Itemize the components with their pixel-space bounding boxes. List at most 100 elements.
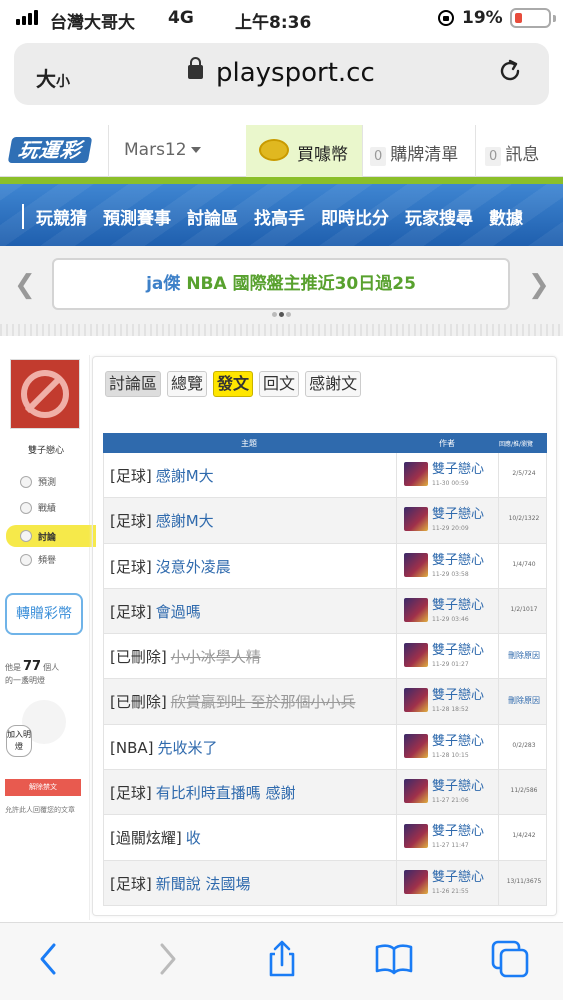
reload-icon[interactable] [496,57,524,85]
forward-icon[interactable] [146,939,186,979]
author-name[interactable]: 雙子戀心 [432,458,484,477]
nav-item-predict[interactable]: 預測賽事 [103,204,171,229]
table-row[interactable]: [足球] 有比利時直播嗎 感謝 雙子戀心 11-27 21:06 11/2/586 [103,770,547,816]
table-row[interactable]: [足球] 感謝M大 雙子戀心 11-29 20:09 10/2/1322 [103,498,547,544]
nav-item-player-search[interactable]: 玩家搜尋 [405,204,473,229]
author-avatar[interactable] [404,869,428,894]
tab-replies[interactable]: 回文 [259,371,300,397]
post-title[interactable]: [足球] 感謝M大 [110,510,214,531]
post-title[interactable]: [過關炫耀] 收 [110,827,201,848]
back-icon[interactable] [30,939,70,979]
avatar[interactable] [10,359,80,429]
nav-item-data[interactable]: 數據 [489,204,523,229]
table-row[interactable]: [過關炫耀] 收 雙子戀心 11-27 11:47 1/4/242 [103,815,547,861]
author-avatar[interactable] [404,552,428,577]
forum-icon [20,530,32,542]
post-title-text[interactable]: 收 [186,829,201,847]
post-date: 11-27 11:47 [432,842,469,850]
author-name[interactable]: 雙子戀心 [432,503,484,522]
tab-forum[interactable]: 討論區 [105,371,162,397]
forum-panel: 討論區 總覽 發文 回文 感謝文 主題 作者 回應/推/瀏覽 [足球] 感謝M大雙… [92,356,557,916]
post-title[interactable]: [足球] 有比利時直播嗎 感謝 [110,782,296,803]
author-name[interactable]: 雙子戀心 [432,684,484,703]
post-category: [NBA] [110,738,154,757]
author-avatar[interactable] [404,597,428,622]
author-name[interactable]: 雙子戀心 [432,775,484,794]
nav-item-guess[interactable]: 玩競猜 [22,204,87,229]
carousel-pager[interactable] [272,312,291,317]
nav-item-experts[interactable]: 找高手 [254,204,305,229]
post-stats: 13/11/3675 [506,877,542,885]
post-stats: 2/5/724 [512,470,536,477]
unblock-button[interactable]: 解除禁文 [5,779,81,796]
sidebar-item-record[interactable]: 戰績 [20,501,56,514]
delete-reason-link[interactable]: 刪除原因 [500,695,548,706]
author-avatar[interactable] [404,643,428,668]
banner-item[interactable]: ja傑 NBA 國際盤主推近30日過25 [52,258,510,310]
post-category: [足球] [110,602,152,621]
post-title[interactable]: [足球] 會過嗎 [110,601,201,622]
delete-reason-link[interactable]: 刪除原因 [500,650,548,661]
author-name[interactable]: 雙子戀心 [432,866,484,885]
messages-link[interactable]: 0 訊息 [485,140,539,166]
user-menu[interactable]: Mars12 [124,140,201,160]
author-name[interactable]: 雙子戀心 [432,594,484,613]
post-title[interactable]: [足球] 新聞說 法國場 [110,873,251,894]
nav-item-livescore[interactable]: 即時比分 [321,204,389,229]
author-avatar[interactable] [404,507,428,532]
share-icon[interactable] [262,939,302,979]
table-row[interactable]: [已刪除] 小小冰學人精 雙子戀心 11-29 01:27 刪除原因 [103,634,548,680]
author-name[interactable]: 雙子戀心 [432,549,484,568]
address-bar[interactable]: 大小 playsport.cc [14,43,549,105]
author-avatar[interactable] [404,462,428,486]
signal-icon [16,10,38,25]
post-category: [已刪除] [110,693,167,712]
post-title[interactable]: [已刪除] 小小冰學人精 [110,646,261,667]
author-avatar[interactable] [404,779,428,804]
buy-coins-button[interactable]: 買噱幣 [246,125,362,177]
url-domain[interactable]: playsport.cc [216,58,375,88]
author-avatar[interactable] [404,824,428,849]
cart-link[interactable]: 0 購牌清單 [370,140,458,166]
post-title[interactable]: [NBA] 先收米了 [110,737,218,758]
post-title-text[interactable]: 新聞說 法國場 [156,875,251,893]
profile-name[interactable]: 雙子戀心 [28,443,64,456]
author-name[interactable]: 雙子戀心 [432,730,484,749]
table-row[interactable]: [足球] 沒意外凌晨 雙子戀心 11-29 03:58 1/4/740 [103,543,547,589]
tab-overview[interactable]: 總覽 [167,371,208,397]
post-title-text[interactable]: 會過嗎 [156,603,201,621]
table-row[interactable]: [足球] 感謝M大 雙子戀心 11-30 00:59 2/5/724 [103,453,547,499]
text-size-button[interactable]: 大小 [36,63,70,92]
post-title-text[interactable]: 先收米了 [157,739,217,757]
sidebar-item-forum[interactable]: 討論 [6,525,96,547]
carousel-prev-icon[interactable]: ❮ [14,270,36,300]
post-title[interactable]: [足球] 沒意外凌晨 [110,556,231,577]
carousel-next-icon[interactable]: ❯ [528,270,550,300]
bookmarks-icon[interactable] [374,939,414,979]
cart-count: 0 [370,147,387,166]
nav-item-forum[interactable]: 討論區 [187,204,238,229]
post-title-text[interactable]: 沒意外凌晨 [156,558,231,576]
author-name[interactable]: 雙子戀心 [432,820,484,839]
tab-posts[interactable]: 發文 [213,371,254,397]
join-button[interactable]: 加入明燈 [6,725,32,757]
table-row[interactable]: [NBA] 先收米了 雙子戀心 11-28 10:15 0/2/283 [103,724,547,771]
post-title[interactable]: [已刪除] 欣賞贏到吐 至於那個小小兵 [110,691,356,712]
author-avatar[interactable] [404,688,428,713]
post-title[interactable]: [足球] 感謝M大 [110,465,214,486]
table-row[interactable]: [足球] 會過嗎 雙子戀心 11-29 03:46 1/2/1017 [103,588,547,635]
table-row[interactable]: [已刪除] 欣賞贏到吐 至於那個小小兵 雙子戀心 11-28 18:52 刪除原因 [103,679,548,725]
post-category: [過關炫耀] [110,829,182,848]
author-name[interactable]: 雙子戀心 [432,639,484,658]
author-avatar[interactable] [404,733,428,758]
tabs-icon[interactable] [490,939,530,979]
post-title-text[interactable]: 有比利時直播嗎 感謝 [156,784,296,802]
gift-coins-button[interactable]: 轉贈彩幣 [5,593,83,635]
sidebar-item-reputation[interactable]: 頻譽 [20,553,56,566]
table-row[interactable]: [足球] 新聞說 法國場 雙子戀心 11-26 21:55 13/11/3675 [103,860,547,906]
post-title-text[interactable]: 感謝M大 [156,467,214,485]
post-title-text[interactable]: 感謝M大 [156,512,214,530]
site-logo[interactable]: 玩運彩 [7,137,93,163]
tab-thanks[interactable]: 感謝文 [305,371,362,397]
sidebar-item-predict[interactable]: 預測 [20,475,56,488]
